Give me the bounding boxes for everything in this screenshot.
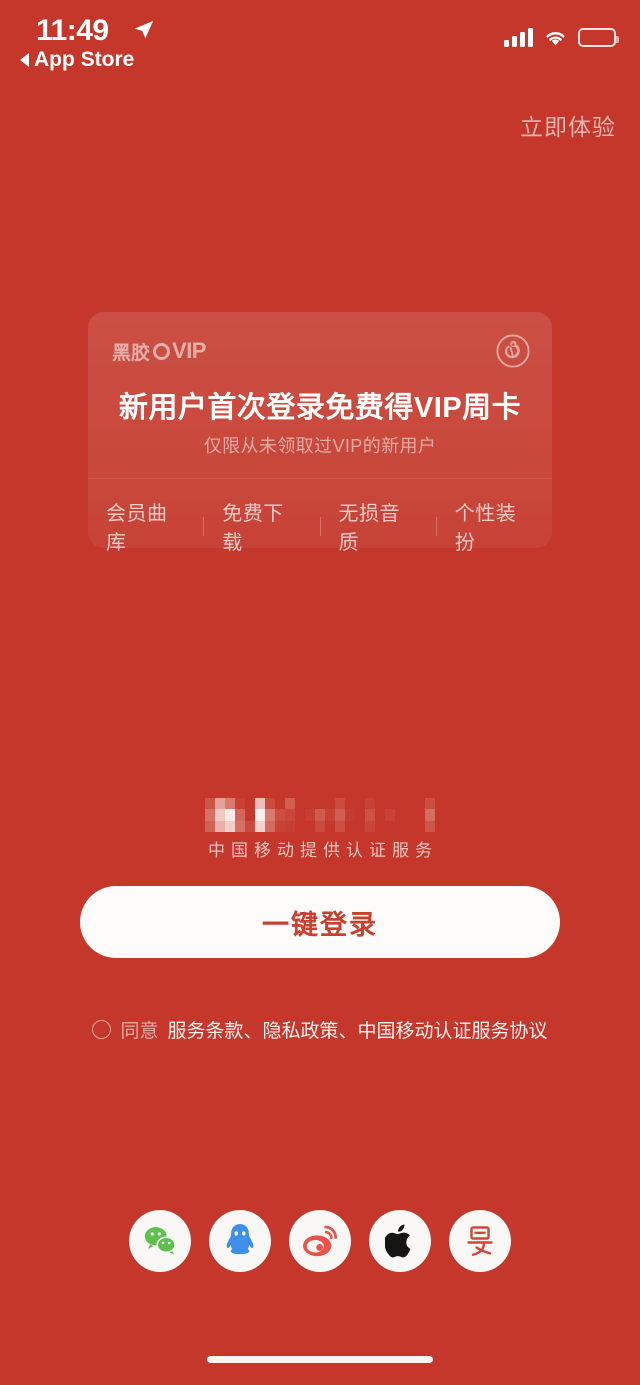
location-arrow-icon bbox=[134, 20, 154, 39]
vip-logo-text: VIP bbox=[172, 338, 206, 363]
vinyl-disc-icon bbox=[153, 342, 171, 360]
vip-feature-item: 个性装扮 bbox=[454, 503, 517, 554]
back-label: App Store bbox=[34, 48, 135, 71]
vip-card-divider bbox=[88, 478, 552, 479]
vip-card-header: 黑胶 VIP bbox=[112, 334, 530, 368]
cellular-signal-icon bbox=[504, 28, 533, 47]
social-login-netease-button[interactable] bbox=[449, 1210, 511, 1272]
status-bar-time: 11:49 bbox=[36, 14, 109, 47]
social-login-qq-button[interactable] bbox=[209, 1210, 271, 1272]
vip-card-title: 新用户首次登录免费得VIP周卡 bbox=[118, 392, 522, 424]
wechat-icon bbox=[144, 1227, 176, 1255]
apple-icon bbox=[385, 1224, 411, 1258]
vip-feature-item: 无损音质 bbox=[338, 503, 400, 554]
status-bar-indicators bbox=[504, 28, 619, 47]
social-login-wechat-button[interactable] bbox=[129, 1210, 191, 1272]
vip-feature-item: 会员曲库 bbox=[105, 503, 168, 554]
carrier-auth-text: 中国移动提供认证服务 bbox=[208, 841, 438, 860]
vinyl-vip-logo: 黑胶 VIP bbox=[112, 338, 206, 365]
netease-yi-icon bbox=[467, 1226, 493, 1256]
social-login-row bbox=[0, 1210, 640, 1272]
masked-phone-number bbox=[195, 798, 445, 832]
vip-feature-item: 免费下载 bbox=[222, 503, 284, 554]
social-login-apple-button[interactable] bbox=[369, 1210, 431, 1272]
phone-number-block: 中国移动提供认证服务 bbox=[0, 798, 640, 861]
vip-feature-list: 会员曲库 免费下载 无损音质 个性装扮 bbox=[88, 497, 552, 555]
wifi-icon bbox=[546, 32, 565, 46]
netease-cloud-music-logo-icon bbox=[496, 334, 530, 368]
vip-logo-chars: 黑胶 bbox=[112, 342, 151, 364]
back-triangle-icon bbox=[20, 53, 29, 67]
social-login-weibo-button[interactable] bbox=[289, 1210, 351, 1272]
vip-promo-card[interactable]: 黑胶 VIP 新用户首次登录免费得VIP周卡 仅限从未领取过VIP的新用户 会员… bbox=[88, 312, 552, 554]
qq-penguin-icon bbox=[226, 1224, 254, 1255]
back-to-app-store-link[interactable]: App Store bbox=[20, 48, 134, 72]
agreement-terms-links[interactable]: 服务条款、隐私政策、中国移动认证服务协议 bbox=[168, 1016, 548, 1043]
battery-icon bbox=[578, 28, 619, 47]
agreement-consent-label: 同意 bbox=[120, 1021, 159, 1042]
try-now-link[interactable]: 立即体验 bbox=[520, 108, 616, 142]
vip-card-subtitle: 仅限从未领取过VIP的新用户 bbox=[203, 436, 437, 456]
home-indicator bbox=[207, 1356, 433, 1363]
agreement-row[interactable]: 同意 服务条款、隐私政策、中国移动认证服务协议 bbox=[0, 1016, 640, 1043]
status-bar: 11:49 App Store bbox=[0, 0, 640, 92]
weibo-icon bbox=[303, 1225, 338, 1257]
agreement-checkbox[interactable] bbox=[92, 1020, 112, 1039]
one-click-login-button[interactable]: 一键登录 bbox=[80, 886, 560, 958]
